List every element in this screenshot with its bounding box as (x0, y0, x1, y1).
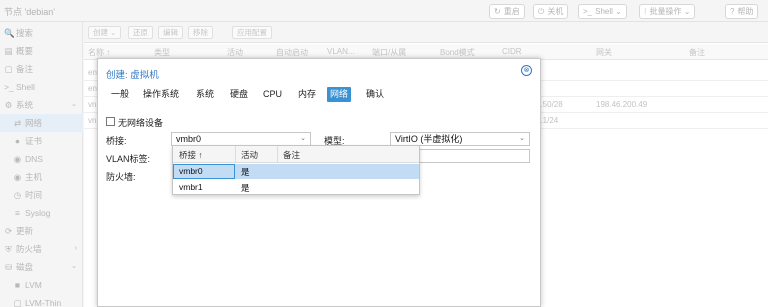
no-network-checkbox[interactable] (106, 117, 115, 126)
no-network-label: 无网络设备 (118, 118, 164, 128)
firewall-label: 防火墙: (106, 172, 136, 182)
network-toolbar: 创建 ⌄ 还原 编辑 移除 应用配置 (84, 22, 768, 43)
column-header-bridge[interactable]: 桥接 ↑ (179, 149, 203, 161)
bridge-dropdown: 桥接 ↑ 活动 备注 vmbr0 是 vmbr1 是 (172, 145, 420, 195)
disk-icon: ⛁ (4, 262, 13, 272)
tab-cpu[interactable]: CPU (260, 87, 285, 102)
column-header[interactable]: 活动 (227, 47, 243, 58)
column-header[interactable]: Bond模式 (440, 47, 475, 58)
network-icon: ⇄ (13, 118, 22, 128)
tab-memory[interactable]: 内存 (295, 87, 319, 102)
notes-icon: ▢ (4, 64, 13, 74)
sidebar-item-disks[interactable]: ⛁ 磁盘 ⌄ (0, 258, 83, 276)
chevron-down-icon: ⌄ (71, 263, 77, 270)
create-button[interactable]: 创建 ⌄ (88, 26, 122, 39)
chevron-down-icon: ⌄ (71, 101, 77, 108)
top-header: 节点 'debian' ↻ 重启 ⏻ 关机 >_ Shell ⌄ ⁝ 批量操作 ⌄ ? 帮… (0, 0, 768, 22)
node-title: 节点 'debian' (4, 7, 55, 17)
dropdown-option-vmbr1[interactable]: vmbr1 是 (173, 180, 419, 195)
bridge-select[interactable]: vmbr0 ⌄ (171, 132, 311, 146)
column-divider (235, 146, 236, 163)
column-header[interactable]: VLAN... (327, 47, 355, 56)
help-button[interactable]: ? 帮助 (725, 4, 759, 19)
shield-icon: ⛨ (5, 244, 12, 254)
more-icon: ⁝ (644, 7, 647, 16)
column-header-active[interactable]: 活动 (241, 149, 258, 161)
chevron-down-icon: ⌄ (615, 7, 622, 16)
vlan-tag-label: VLAN标签: (106, 154, 151, 164)
sidebar-item-summary[interactable]: ▤ 概要 (0, 42, 83, 60)
sidebar-item-shell[interactable]: >_ Shell (0, 78, 83, 96)
power-icon: ⏻ (538, 7, 545, 16)
lvm-icon: ■ (14, 280, 21, 290)
column-divider (277, 146, 278, 163)
column-header[interactable]: 备注 (689, 47, 705, 58)
chevron-down-icon: ⌄ (519, 135, 525, 142)
tab-system[interactable]: 系统 (193, 87, 217, 102)
bulk-actions-button[interactable]: ⁝ 批量操作 ⌄ (639, 4, 696, 19)
revert-button[interactable]: 还原 (128, 26, 153, 39)
edit-button[interactable]: 编辑 (158, 26, 183, 39)
column-header[interactable]: 类型 (154, 47, 170, 58)
reboot-button[interactable]: ↻ 重启 (489, 4, 525, 19)
globe-icon: ◉ (13, 154, 22, 164)
sidebar-item-firewall[interactable]: ⛨ 防火墙 › (0, 240, 83, 258)
shell-button[interactable]: >_ Shell ⌄ (578, 4, 627, 19)
column-header-notes[interactable]: 备注 (283, 149, 300, 161)
sidebar-item-time[interactable]: ◷ 时间 (0, 186, 83, 204)
sidebar-item-lvm[interactable]: ■ LVM (0, 276, 83, 294)
tab-network[interactable]: 网络 (327, 87, 352, 102)
tab-disks[interactable]: 硬盘 (227, 87, 251, 102)
refresh-icon: ⟳ (4, 226, 13, 236)
tab-os[interactable]: 操作系统 (140, 87, 182, 102)
terminal-icon: >_ (4, 82, 14, 92)
apply-config-button[interactable]: 应用配置 (232, 26, 272, 39)
close-icon[interactable]: ⊗ (521, 65, 532, 76)
help-icon: ? (730, 7, 735, 16)
chevron-down-icon: ⌄ (683, 7, 691, 16)
tab-general[interactable]: 一般 (108, 87, 132, 102)
chevron-down-icon: ⌄ (300, 135, 306, 142)
sidebar-item-system[interactable]: ⚙ 系统 ⌄ (0, 96, 83, 114)
chevron-right-icon: › (74, 245, 77, 252)
sidebar-item-dns[interactable]: ◉ DNS (0, 150, 83, 168)
sidebar: 🔍搜索 ▤ 概要 ▢ 备注 >_ Shell ⚙ 系统 ⌄ ⇄ 网络 ● 证书 ◉ DNS ◉ 主… (0, 22, 83, 307)
sidebar-item-lvm-thin[interactable]: ▢ LVM-Thin (0, 294, 83, 307)
search-icon: 🔍 (4, 28, 15, 38)
column-header[interactable]: 自动启动 (276, 47, 308, 58)
dropdown-header: 桥接 ↑ 活动 备注 (173, 146, 419, 163)
sidebar-item-network[interactable]: ⇄ 网络 (0, 114, 83, 132)
sidebar-item-search[interactable]: 🔍搜索 (0, 24, 83, 42)
clock-icon: ◷ (13, 190, 22, 200)
certificate-icon: ● (14, 136, 21, 146)
lvm-thin-icon: ▢ (13, 298, 22, 307)
globe-icon: ◉ (13, 172, 22, 182)
list-icon: ≡ (15, 208, 20, 218)
dialog-title: 创建: 虚拟机 (106, 70, 159, 81)
remove-button[interactable]: 移除 (188, 26, 213, 39)
dropdown-option-vmbr0[interactable]: vmbr0 是 (173, 164, 419, 179)
gear-icon: ⚙ (4, 100, 13, 110)
sidebar-item-hosts[interactable]: ◉ 主机 (0, 168, 83, 186)
sidebar-item-syslog[interactable]: ≡ Syslog (0, 204, 83, 222)
reboot-icon: ↻ (494, 7, 501, 16)
column-header[interactable]: 名称 ↑ (88, 47, 110, 58)
summary-icon: ▤ (4, 46, 13, 56)
sidebar-item-notes[interactable]: ▢ 备注 (0, 60, 83, 78)
column-header[interactable]: 端口/从属 (372, 47, 406, 58)
tab-confirm[interactable]: 确认 (363, 87, 387, 102)
sidebar-item-updates[interactable]: ⟳ 更新 (0, 222, 83, 240)
column-header[interactable]: 网关 (596, 47, 612, 58)
column-header[interactable]: CIDR (502, 47, 522, 56)
sidebar-item-certificates[interactable]: ● 证书 (0, 132, 83, 150)
model-select[interactable]: VirtIO (半虚拟化) ⌄ (390, 132, 530, 146)
shutdown-button[interactable]: ⏻ 关机 (533, 4, 569, 19)
terminal-icon: >_ (583, 7, 593, 16)
bridge-label: 桥接: (106, 136, 127, 146)
